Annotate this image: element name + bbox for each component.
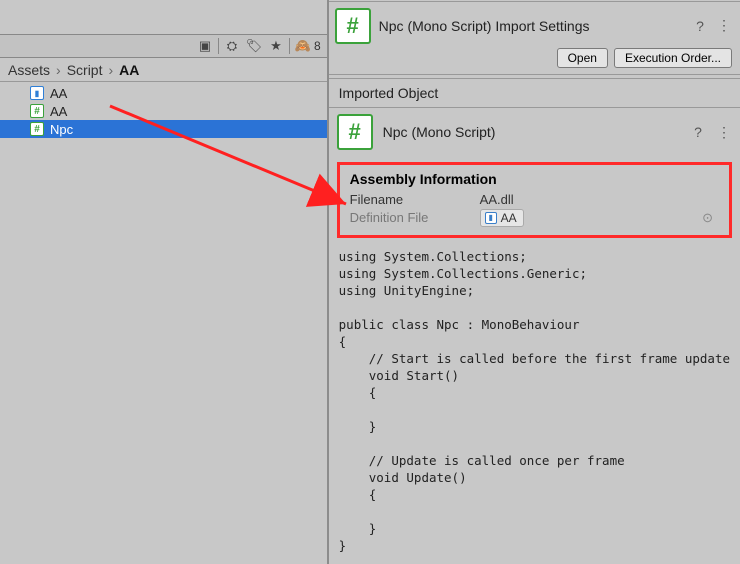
- breadcrumb-item[interactable]: Assets: [8, 62, 50, 78]
- chevron-right-icon: ›: [108, 62, 113, 78]
- project-tree: ▮ AA # AA # Npc: [0, 82, 327, 564]
- breadcrumb-item[interactable]: Script: [67, 62, 103, 78]
- open-button[interactable]: Open: [557, 48, 608, 68]
- definition-file-object-field[interactable]: ▮ AA: [480, 209, 524, 227]
- kebab-menu-icon[interactable]: ⋮: [716, 124, 732, 140]
- help-icon[interactable]: ?: [692, 18, 708, 34]
- script-preview: using System.Collections; using System.C…: [329, 244, 740, 564]
- definition-file-value: AA: [501, 209, 517, 227]
- breadcrumb-current[interactable]: AA: [119, 62, 139, 78]
- inspector-header: # Npc (Mono Script) Import Settings ? ⋮ …: [329, 2, 740, 75]
- imported-object-heading: Imported Object: [329, 79, 740, 108]
- tree-item-label: Npc: [50, 122, 73, 137]
- project-toolbar: ▣ ⛭ 🏷 ★ 🙈 8: [0, 34, 327, 58]
- breadcrumb: Assets › Script › AA: [0, 58, 327, 82]
- toolbar-divider: [218, 38, 219, 54]
- assembly-info-heading: Assembly Information: [350, 171, 719, 187]
- help-icon[interactable]: ?: [690, 124, 706, 140]
- visibility-off-icon[interactable]: 🙈: [292, 37, 314, 55]
- inspector-title: Npc (Mono Script) Import Settings: [379, 18, 684, 34]
- tree-item-selected[interactable]: # Npc: [0, 120, 327, 138]
- csharp-script-icon: #: [337, 114, 373, 150]
- chevron-right-icon: ›: [56, 62, 61, 78]
- assembly-filename-row: Filename AA.dll: [350, 191, 719, 209]
- tag-icon[interactable]: 🏷: [243, 37, 265, 55]
- kebab-menu-icon[interactable]: ⋮: [716, 18, 732, 34]
- tree-item[interactable]: # AA: [0, 102, 327, 120]
- account-icon[interactable]: ⛭: [221, 37, 243, 55]
- tree-item[interactable]: ▮ AA: [0, 84, 327, 102]
- hidden-items-count: 8: [314, 39, 321, 53]
- definition-file-label: Definition File: [350, 209, 480, 227]
- object-picker-icon[interactable]: ⊙: [702, 209, 719, 227]
- assembly-deffile-row: Definition File ▮ AA ⊙: [350, 209, 719, 227]
- imported-object-header: # Npc (Mono Script) ? ⋮: [329, 108, 740, 156]
- tree-item-label: AA: [50, 104, 67, 119]
- csharp-script-icon: #: [30, 104, 44, 118]
- save-scene-icon[interactable]: ▣: [194, 37, 216, 55]
- filename-label: Filename: [350, 191, 480, 209]
- imported-object-title: Npc (Mono Script): [383, 124, 680, 140]
- csharp-script-icon: #: [335, 8, 371, 44]
- asmdef-icon: ▮: [485, 212, 497, 224]
- csharp-script-icon: #: [30, 122, 44, 136]
- toolbar-divider: [289, 38, 290, 54]
- execution-order-button[interactable]: Execution Order...: [614, 48, 732, 68]
- assembly-information-box: Assembly Information Filename AA.dll Def…: [337, 162, 732, 238]
- project-top-spacer: [0, 0, 327, 34]
- tree-item-label: AA: [50, 86, 67, 101]
- filename-value: AA.dll: [480, 191, 514, 209]
- favorite-star-icon[interactable]: ★: [265, 37, 287, 55]
- asmdef-icon: ▮: [30, 86, 44, 100]
